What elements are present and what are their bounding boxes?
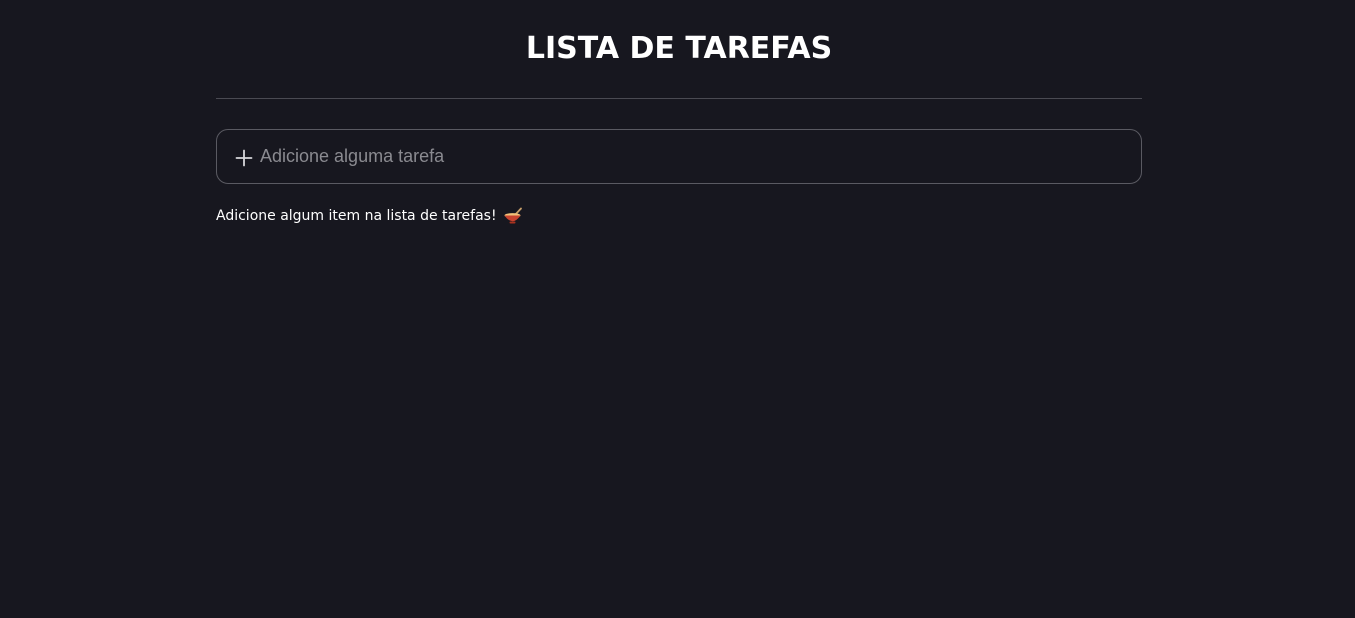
main-container: LISTA DE TAREFAS Adicione algum item na … — [216, 0, 1142, 226]
add-task-input[interactable] — [260, 130, 1141, 183]
divider — [216, 98, 1142, 99]
bowl-icon — [503, 207, 523, 225]
empty-state-text: Adicione algum item na lista de tarefas! — [216, 208, 497, 224]
plus-icon[interactable] — [235, 149, 253, 167]
page: LISTA DE TAREFAS Adicione algum item na … — [0, 0, 1355, 618]
add-task-field[interactable] — [216, 129, 1142, 184]
empty-state-message: Adicione algum item na lista de tarefas! — [216, 206, 1142, 226]
page-title: LISTA DE TAREFAS — [525, 31, 833, 66]
